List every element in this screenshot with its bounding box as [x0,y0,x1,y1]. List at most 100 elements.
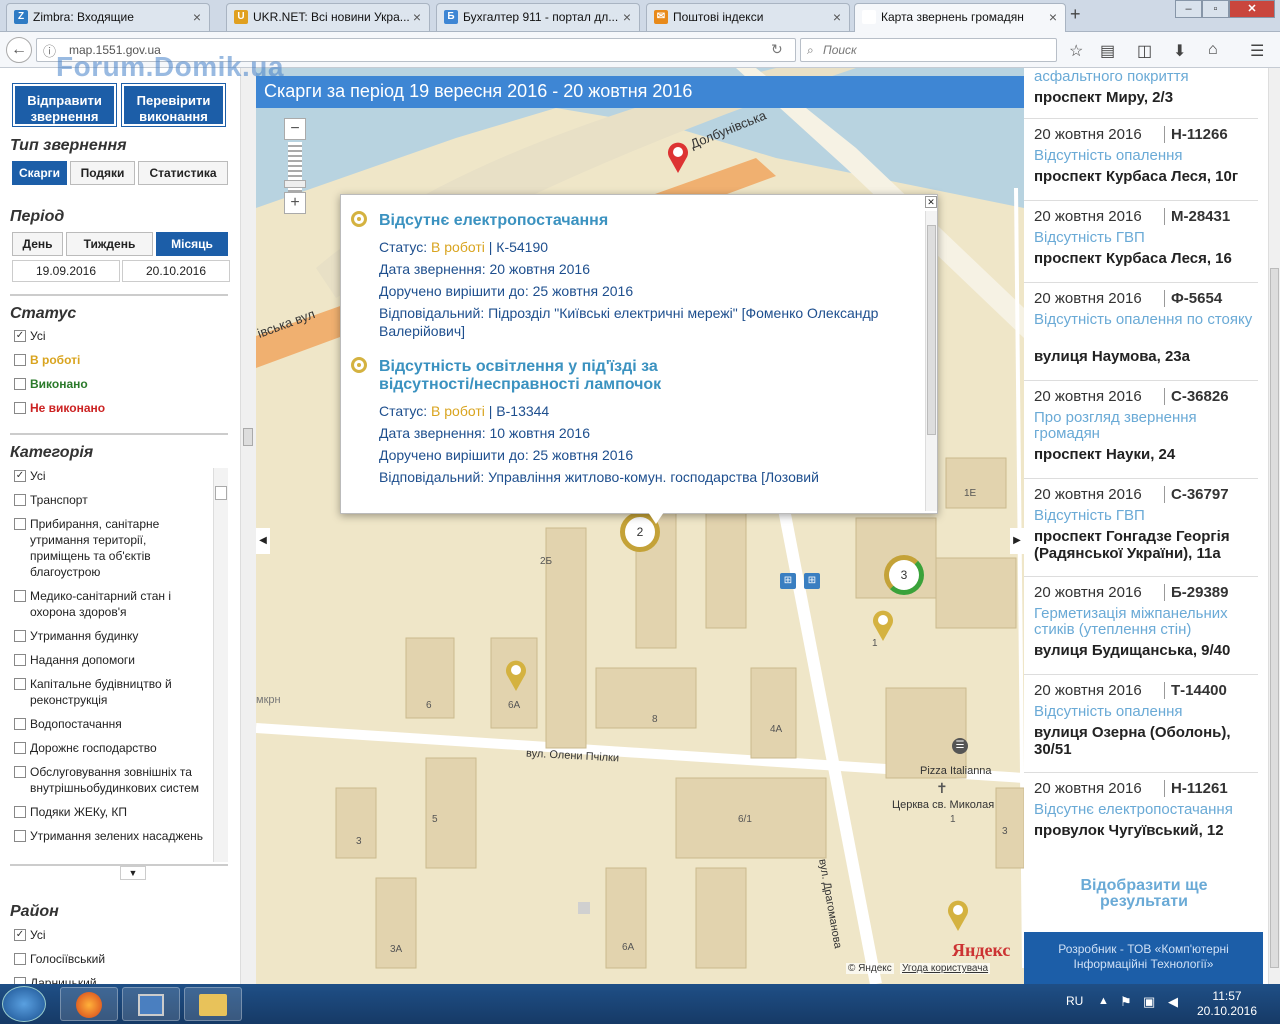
tray-arrow-icon[interactable]: ▲ [1098,995,1109,1007]
start-button[interactable] [2,986,46,1022]
tab-close-icon[interactable]: × [833,4,841,31]
checkbox-icon[interactable] [14,518,26,530]
home-icon[interactable]: ⌂ [1208,41,1218,59]
tab-close-icon[interactable]: × [193,4,201,31]
checkbox-icon[interactable] [14,742,26,754]
period-week[interactable]: Тиждень [66,232,153,256]
minimize-button[interactable]: – [1175,0,1202,18]
checkbox-icon[interactable] [14,378,26,390]
category-checkbox[interactable]: Транспорт [14,492,206,508]
yandex-logo[interactable]: Яндекс [952,940,1010,961]
checkbox-icon[interactable] [14,494,26,506]
district-checkbox[interactable]: ✓ Усі [14,927,46,943]
checkbox-icon[interactable] [14,953,26,965]
complaint-marker-yellow[interactable] [504,658,528,692]
flag-icon[interactable]: ⚑ [1120,994,1132,1010]
category-checkbox[interactable]: Обслуговування зовнішніх та внутрішньобу… [14,764,206,796]
status-checkbox[interactable]: ✓ Усі [14,328,46,344]
checkbox-icon[interactable] [14,402,26,414]
reading-list-icon[interactable]: ▤ [1100,41,1115,61]
language-indicator[interactable]: RU [1066,994,1083,1008]
reload-icon[interactable]: ↻ [771,41,783,58]
browser-tab[interactable]: U UKR.NET: Всі новини Укра... × [226,3,430,31]
checkbox-icon[interactable] [14,630,26,642]
terms-link[interactable]: Угода користувача [900,963,991,974]
popup-scrollbar[interactable] [925,211,937,511]
browser-tab[interactable]: Z Zimbra: Входящие × [6,3,210,31]
checkbox-icon[interactable] [14,654,26,666]
checkbox-icon[interactable] [14,354,26,366]
checkbox-icon[interactable] [14,830,26,842]
left-scroll-thumb[interactable] [243,428,253,446]
tab-complaints[interactable]: Скарги [12,161,67,185]
cluster-marker[interactable]: 3 [884,555,924,595]
search-input[interactable]: ⌕ Поиск [800,38,1057,62]
checkbox-icon[interactable] [14,766,26,778]
category-checkbox[interactable]: Надання допомоги [14,652,206,668]
bus-stop-icon[interactable]: ⊞ [780,573,796,589]
complaint-category[interactable]: Про розгляд звернення громадян [1034,410,1254,442]
category-scrollbar[interactable] [213,468,228,862]
back-button[interactable]: ← [6,37,32,63]
category-checkbox[interactable]: Водопостачання [14,716,206,732]
category-scroll-thumb[interactable] [215,486,227,500]
checkbox-icon[interactable]: ✓ [14,330,26,342]
category-checkbox[interactable]: Утримання зелених насаджень [14,828,206,844]
period-day[interactable]: День [12,232,63,256]
district-checkbox[interactable]: Дарницький [14,975,97,984]
zoom-out-button[interactable]: − [284,118,306,140]
complaint-category[interactable]: Герметизація міжпанельних стиків (утепле… [1034,606,1254,638]
popup-close-button[interactable]: ✕ [925,196,937,208]
status-checkbox[interactable]: Не виконано [14,400,105,416]
popup-title[interactable]: Відсутнє електропостачання [379,212,608,230]
checkbox-icon[interactable] [14,590,26,602]
complaint-marker-yellow[interactable] [946,898,970,932]
complaint-category[interactable]: Відсутність ГВП [1034,230,1254,246]
tab-close-icon[interactable]: × [413,4,421,31]
browser-tab[interactable]: ✉ Поштові індекси × [646,3,850,31]
category-checkbox[interactable]: Подяки ЖЕКу, КП [14,804,206,820]
volume-icon[interactable]: ◀ [1168,994,1178,1010]
checkbox-icon[interactable]: ✓ [14,929,26,941]
network-app-taskbar-icon[interactable] [122,987,180,1021]
bookmark-star-icon[interactable]: ☆ [1069,41,1083,61]
tab-close-icon[interactable]: × [1049,4,1057,31]
download-icon[interactable]: ⬇ [1173,41,1186,61]
restaurant-icon[interactable]: ☰ [952,738,968,754]
map-prev-arrow[interactable]: ◀ [256,528,270,554]
right-scroll-thumb[interactable] [1270,268,1279,968]
tab-statistics[interactable]: Статистика [138,161,228,185]
tab-close-icon[interactable]: × [623,4,631,31]
category-checkbox[interactable]: Капітальне будівництво й реконструкція [14,676,206,708]
complaint-category[interactable]: Відсутність опалення [1034,704,1254,720]
status-checkbox[interactable]: В роботі [14,352,80,368]
close-window-button[interactable]: ✕ [1229,0,1275,18]
church-icon[interactable]: ✝ [936,780,948,797]
date-from-field[interactable]: 19.09.2016 [12,260,120,282]
complaint-category[interactable]: Відсутність ГВП [1034,508,1254,524]
category-checkbox[interactable]: Медико-санітарний стан і охорона здоров'… [14,588,206,620]
category-checkbox[interactable]: ✓ Усі [14,468,206,484]
checkbox-icon[interactable] [14,977,26,984]
category-checkbox[interactable]: Дорожнє господарство [14,740,206,756]
browser-tab[interactable]: Б Бухгалтер 911 - портал дл... × [436,3,640,31]
browser-tab[interactable]: Карта звернень громадян × [854,3,1066,33]
category-checkbox[interactable]: Утримання будинку [14,628,206,644]
zoom-in-button[interactable]: + [284,192,306,214]
left-panel-scrollbar[interactable] [240,68,256,984]
status-checkbox[interactable]: Виконано [14,376,88,392]
category-checkbox[interactable]: Прибирання, санітарне утримання територі… [14,516,206,580]
period-month[interactable]: Місяць [156,232,228,256]
complaint-category[interactable]: Відсутнє електропостачання [1034,802,1254,818]
complaint-marker-red[interactable] [666,140,690,174]
district-checkbox[interactable]: Голосіївський [14,951,105,967]
expand-categories-button[interactable]: ▼ [120,866,146,880]
complaint-marker-yellow[interactable] [871,608,895,642]
clock[interactable]: 11:57 20.10.2016 [1196,989,1258,1019]
checkbox-icon[interactable] [14,678,26,690]
tab-thanks[interactable]: Подяки [70,161,135,185]
map-next-arrow[interactable]: ▶ [1010,528,1024,554]
popup-scroll-thumb[interactable] [927,225,936,435]
checkbox-icon[interactable]: ✓ [14,470,26,482]
network-icon[interactable]: ▣ [1143,994,1155,1010]
